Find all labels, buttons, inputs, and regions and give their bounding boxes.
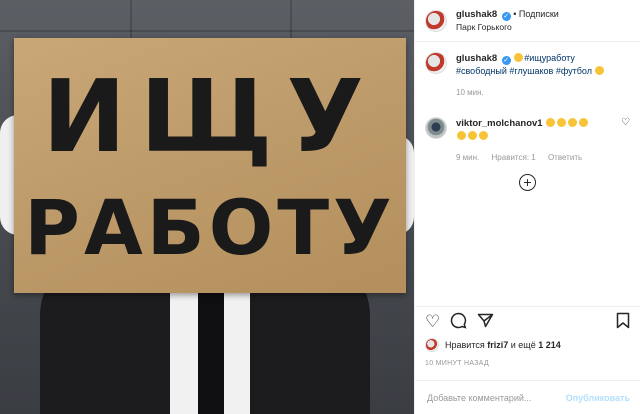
caption-username[interactable]: glushak8 <box>456 53 497 64</box>
sign-text-line1: ИЩУ <box>42 58 378 175</box>
verified-icon: ✓ <box>501 56 511 65</box>
comment-item: viktor_molchanov1 9 мин. Нравится: 1 Отв… <box>425 117 630 164</box>
hashtag-link[interactable]: #ищуработу <box>524 53 575 63</box>
post-timestamp[interactable]: 10 МИНУТ НАЗАД <box>425 360 489 367</box>
header-text: glushak8 ✓ • Подписки Парк Горького <box>456 8 559 33</box>
header-separator: • <box>513 9 517 19</box>
comment-icon[interactable] <box>450 312 467 332</box>
cardboard-sign: ИЩУ РАБОТУ <box>14 38 406 293</box>
bookmark-icon[interactable] <box>616 312 630 332</box>
emoji-icon <box>557 118 567 127</box>
action-bar: ♡ <box>415 306 640 336</box>
add-comment-bar: Опубликовать <box>415 380 640 414</box>
emoji-icon <box>568 118 578 127</box>
emoji-icon <box>457 131 466 140</box>
liker-avatar[interactable] <box>425 338 439 352</box>
comment-likes[interactable]: Нравится: 1 <box>492 153 536 162</box>
comment-body: viktor_molchanov1 9 мин. Нравится: 1 Отв… <box>456 117 617 164</box>
caption-time[interactable]: 10 мин. <box>456 88 484 97</box>
likes-summary: Нравится frizi7 и ещё 1 214 <box>425 338 561 352</box>
following-button[interactable]: Подписки <box>519 9 559 19</box>
likes-middle: и ещё <box>510 340 536 350</box>
add-circle-icon[interactable]: + <box>519 174 536 191</box>
post-location[interactable]: Парк Горького <box>456 21 559 33</box>
author-avatar[interactable] <box>425 52 447 74</box>
emoji-icon <box>579 118 589 127</box>
instagram-post: ИЩУ РАБОТУ glushak8 ✓ • Подписки Парк Го… <box>0 0 640 414</box>
comment-meta: 9 мин. Нравится: 1 Ответить <box>456 151 617 164</box>
comments-list: glushak8 ✓ #ищуработу #свободный #глушак… <box>415 42 640 191</box>
sign-text-line2: РАБОТУ <box>24 183 396 272</box>
emoji-icon <box>479 131 488 140</box>
share-icon[interactable] <box>477 312 494 332</box>
heart-icon[interactable]: ♡ <box>425 313 440 330</box>
wall-seam <box>0 30 414 32</box>
commenter-avatar[interactable] <box>425 117 447 139</box>
author-avatar[interactable] <box>425 9 447 32</box>
emoji-icon <box>468 131 477 140</box>
caption-meta: 10 мин. <box>456 86 630 99</box>
publish-button[interactable]: Опубликовать <box>566 393 630 403</box>
post-sidebar: glushak8 ✓ • Подписки Парк Горького glus… <box>414 0 640 414</box>
reply-button[interactable]: Ответить <box>548 153 582 162</box>
emoji-icon <box>546 118 556 127</box>
caption-body: glushak8 ✓ #ищуработу #свободный #глушак… <box>456 52 630 99</box>
author-username[interactable]: glushak8 <box>456 9 497 20</box>
liker-username[interactable]: frizi7 <box>487 340 508 350</box>
verified-icon: ✓ <box>501 12 511 21</box>
hashtag-link[interactable]: #глушаков <box>509 66 553 76</box>
like-comment-heart-icon[interactable]: ♡ <box>621 117 630 128</box>
emoji-icon <box>514 53 524 62</box>
hashtag-link[interactable]: #футбол <box>556 66 592 76</box>
post-header: glushak8 ✓ • Подписки Парк Горького <box>415 0 640 42</box>
post-photo[interactable]: ИЩУ РАБОТУ <box>0 0 414 414</box>
comment-input[interactable] <box>425 391 566 404</box>
hashtag-link[interactable]: #свободный <box>456 66 507 76</box>
commenter-username[interactable]: viktor_molchanov1 <box>456 118 543 129</box>
comment-time[interactable]: 9 мин. <box>456 153 479 162</box>
caption: glushak8 ✓ #ищуработу #свободный #глушак… <box>425 52 630 99</box>
likes-count[interactable]: 1 214 <box>538 340 561 350</box>
emoji-icon <box>595 66 605 75</box>
likes-prefix: Нравится <box>445 340 485 350</box>
black-tie <box>198 280 224 414</box>
